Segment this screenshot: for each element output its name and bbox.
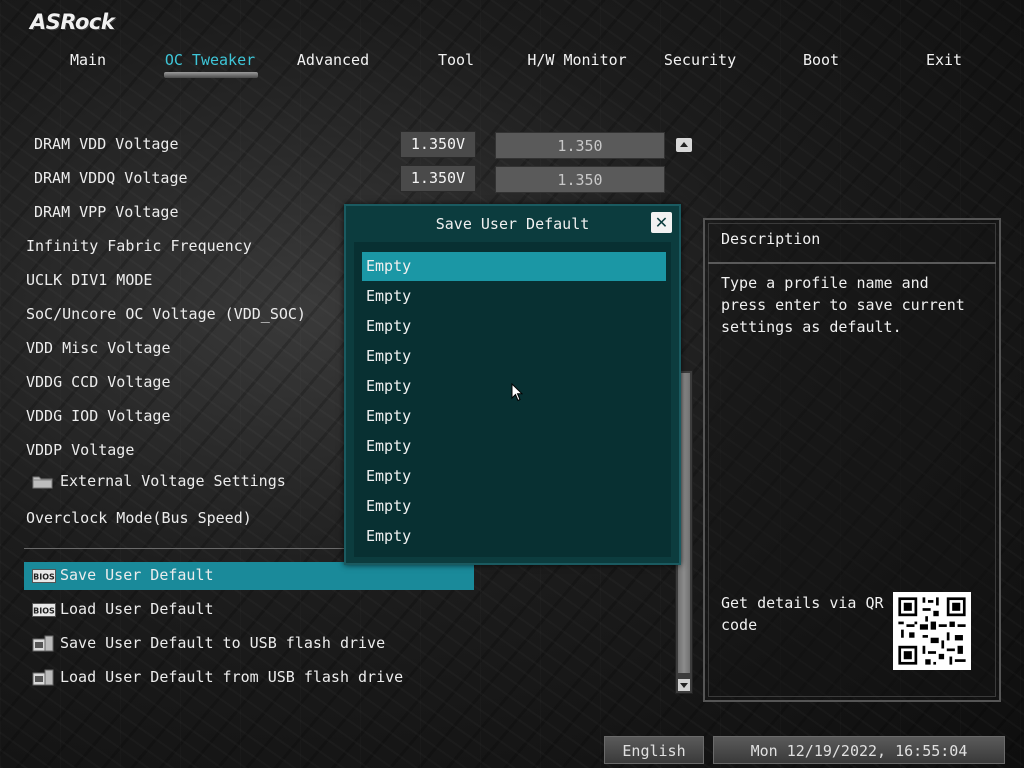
dialog-title: Save User Default <box>435 215 590 233</box>
scroll-up-button[interactable] <box>676 138 692 152</box>
description-text: Type a profile name and press enter to s… <box>721 274 965 336</box>
tab-hw-monitor[interactable]: H/W Monitor <box>527 50 626 80</box>
bios-icon: BIOS <box>32 603 56 617</box>
setting-external-voltage-settings[interactable]: External Voltage Settings <box>60 472 286 490</box>
svg-text:BIOS: BIOS <box>33 573 55 582</box>
description-separator <box>708 262 996 264</box>
description-panel: Description Type a profile name and pres… <box>703 218 1001 702</box>
load-user-default-usb-item[interactable]: Load User Default from USB flash drive <box>60 668 403 686</box>
setting-vddp-voltage[interactable]: VDDP Voltage <box>26 441 134 459</box>
profile-slot[interactable]: Empty <box>362 492 666 521</box>
setting-dram-vddq-voltage[interactable]: DRAM VDDQ Voltage <box>34 169 188 187</box>
profile-slot[interactable]: Empty <box>362 432 666 461</box>
profile-slot[interactable]: Empty <box>362 522 666 551</box>
dram-vdd-value: 1.350V <box>400 131 476 158</box>
profile-slot[interactable]: Empty <box>362 312 666 341</box>
setting-dram-vdd-voltage[interactable]: DRAM VDD Voltage <box>34 135 179 153</box>
tab-main[interactable]: Main <box>70 50 106 80</box>
setting-vddg-iod-voltage[interactable]: VDDG IOD Voltage <box>26 407 171 425</box>
svg-text:BIOS: BIOS <box>33 607 55 616</box>
folder-icon <box>32 476 53 489</box>
tab-boot[interactable]: Boot <box>803 50 839 80</box>
active-tab-indicator <box>164 72 258 78</box>
top-menu-tabs: Main OC Tweaker Advanced Tool H/W Monito… <box>0 50 1024 80</box>
setting-dram-vpp-voltage[interactable]: DRAM VPP Voltage <box>34 203 179 221</box>
setting-vdd-misc-voltage[interactable]: VDD Misc Voltage <box>26 339 171 357</box>
tab-exit[interactable]: Exit <box>926 50 962 80</box>
dram-vddq-input[interactable]: 1.350 <box>495 166 665 193</box>
usb-drive-icon <box>32 669 54 686</box>
bios-icon: BIOS <box>32 569 56 583</box>
asrock-logo: ASRock <box>30 10 115 34</box>
description-title: Description <box>721 230 821 248</box>
profile-slot[interactable]: Empty <box>362 402 666 431</box>
dram-vdd-input[interactable]: 1.350 <box>495 132 665 159</box>
tab-advanced[interactable]: Advanced <box>297 50 369 80</box>
save-user-default-item[interactable]: Save User Default <box>60 566 214 584</box>
language-button[interactable]: English <box>604 736 704 764</box>
qr-caption: Get details via QR code <box>721 594 884 634</box>
save-user-default-usb-item[interactable]: Save User Default to USB flash drive <box>60 634 385 652</box>
setting-soc-uncore-oc-voltage[interactable]: SoC/Uncore OC Voltage (VDD_SOC) <box>26 305 306 323</box>
setting-infinity-fabric-frequency[interactable]: Infinity Fabric Frequency <box>26 237 252 255</box>
setting-uclk-div1-mode[interactable]: UCLK DIV1 MODE <box>26 271 152 289</box>
profile-slot[interactable]: Empty <box>362 342 666 371</box>
tab-security[interactable]: Security <box>664 50 736 80</box>
qr-code-icon <box>893 592 971 670</box>
scroll-down-button[interactable] <box>678 679 690 691</box>
dram-vddq-value: 1.350V <box>400 165 476 192</box>
profile-slot[interactable]: Empty <box>362 462 666 491</box>
section-divider <box>24 548 344 549</box>
setting-vddg-ccd-voltage[interactable]: VDDG CCD Voltage <box>26 373 171 391</box>
datetime-display: Mon 12/19/2022, 16:55:04 <box>713 736 1005 764</box>
usb-drive-icon <box>32 635 54 652</box>
profile-slot[interactable]: Empty <box>362 252 666 281</box>
profile-slot[interactable]: Empty <box>362 282 666 311</box>
mouse-cursor-icon <box>511 383 523 402</box>
tab-tool[interactable]: Tool <box>438 50 474 80</box>
load-user-default-item[interactable]: Load User Default <box>60 600 214 618</box>
setting-overclock-mode[interactable]: Overclock Mode(Bus Speed) <box>26 509 252 527</box>
close-icon[interactable]: ✕ <box>651 212 672 233</box>
